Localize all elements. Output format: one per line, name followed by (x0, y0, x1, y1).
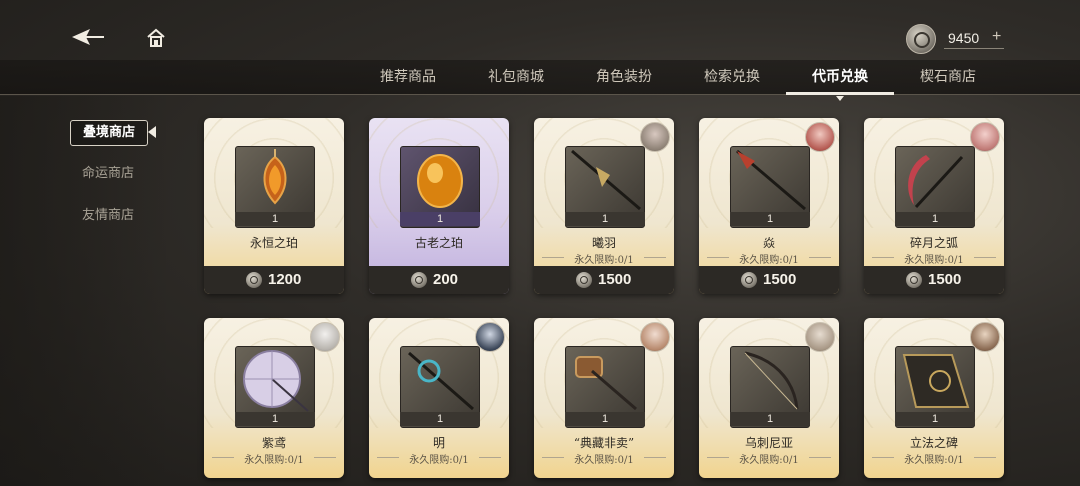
tab-recommended[interactable]: 推荐商品 (354, 60, 462, 94)
item-name: 紫鸢 (261, 436, 286, 450)
item-name: 永恒之珀 (249, 236, 298, 250)
tab-token-exchange[interactable]: 代币兑换 (786, 60, 894, 101)
item-quantity: 1 (400, 412, 480, 426)
price-bar: 1500 (534, 266, 674, 294)
shop-item-card[interactable]: 1 焱 永久限购:0/1 1500 (699, 118, 839, 294)
item-price: 1500 (763, 271, 797, 288)
tab-character-outfits[interactable]: 角色装扮 (570, 60, 678, 94)
token-coin-icon (741, 272, 757, 288)
currency-display: 9450 + (906, 24, 1026, 54)
item-price: 1500 (928, 271, 962, 288)
sidebar-active-arrow-icon (148, 126, 156, 138)
item-price: 200 (433, 271, 459, 288)
shop-item-card[interactable]: 1 永恒之珀 1200 (204, 118, 344, 294)
item-quantity: 1 (895, 412, 975, 426)
shop-item-card[interactable]: 1 乌刺尼亚 永久限购:0/1 (699, 318, 839, 478)
price-bar: 1200 (204, 266, 344, 294)
item-price: 1200 (268, 271, 302, 288)
sidebar-item-fate-shop[interactable]: 命运商店 (70, 162, 146, 186)
staff-icon (408, 351, 474, 411)
item-quantity: 1 (400, 212, 480, 226)
price-bar: 200 (369, 266, 509, 294)
amber-pendant-icon (263, 149, 287, 205)
shop-item-card[interactable]: 1 古老之珀 200 (369, 118, 509, 294)
shop-item-card[interactable]: 1 紫鸢 永久限购:0/1 (204, 318, 344, 478)
item-quantity: 1 (565, 412, 645, 426)
sidebar-item-overlap-shop[interactable]: 叠境商店 (70, 120, 148, 146)
shop-item-card[interactable]: 1 曦羽 永久限购:0/1 1500 (534, 118, 674, 294)
tab-wedge-stone-shop[interactable]: 楔石商店 (894, 60, 1002, 94)
tab-gift-packs[interactable]: 礼包商城 (462, 60, 570, 94)
purchase-limit: 永久限购:0/1 (204, 451, 344, 466)
item-name: 古老之珀 (414, 236, 463, 250)
item-name: “典藏非卖” (573, 436, 635, 450)
amber-stone-icon (417, 154, 463, 208)
purchase-limit: 永久限购:0/1 (699, 251, 839, 266)
item-quantity: 1 (235, 212, 315, 226)
purchase-limit: 永久限购:0/1 (699, 451, 839, 466)
item-quantity: 1 (235, 412, 315, 426)
item-name: 曦羽 (591, 236, 616, 250)
purchase-limit: 永久限购:0/1 (369, 451, 509, 466)
token-coin-icon (246, 272, 262, 288)
purchase-limit: 永久限购:0/1 (864, 251, 1004, 266)
token-coin-icon (906, 24, 936, 54)
item-name: 焱 (762, 236, 775, 250)
add-currency-button[interactable]: + (992, 28, 1001, 46)
shop-tab-bar: 推荐商品 礼包商城 角色装扮 检索兑换 代币兑换 楔石商店 (0, 60, 1080, 101)
shop-item-card[interactable]: 1 碎月之弧 永久限购:0/1 1500 (864, 118, 1004, 294)
currency-underline (944, 48, 1004, 49)
back-arrow-icon[interactable] (70, 26, 106, 48)
item-price: 1500 (598, 271, 632, 288)
item-name: 立法之碑 (909, 436, 958, 450)
bow-icon (744, 351, 799, 410)
token-coin-icon (906, 272, 922, 288)
shop-item-card[interactable]: 1 立法之碑 永久限购:0/1 (864, 318, 1004, 478)
hammer-icon (575, 356, 637, 411)
item-quantity: 1 (730, 212, 810, 226)
item-name: 碎月之弧 (909, 236, 958, 250)
token-coin-icon (411, 272, 427, 288)
tablet-icon (902, 354, 970, 408)
item-quantity: 1 (730, 412, 810, 426)
purchase-limit: 永久限购:0/1 (864, 451, 1004, 466)
price-bar: 1500 (699, 266, 839, 294)
tab-search-exchange[interactable]: 检索兑换 (678, 60, 786, 94)
purchase-limit: 永久限购:0/1 (534, 451, 674, 466)
item-quantity: 1 (895, 212, 975, 226)
purchase-limit: 永久限购:0/1 (534, 251, 674, 266)
spear-icon (571, 149, 641, 211)
item-quantity: 1 (565, 212, 645, 226)
spear-icon (736, 149, 806, 211)
sidebar (0, 96, 170, 486)
shop-item-card[interactable]: 1 “典藏非卖” 永久限购:0/1 (534, 318, 674, 478)
item-name: 明 (432, 436, 445, 450)
home-icon[interactable] (146, 28, 166, 48)
price-bar: 1500 (864, 266, 1004, 294)
token-coin-icon (576, 272, 592, 288)
currency-value: 9450 (948, 30, 980, 46)
umbrella-icon (243, 350, 309, 412)
scythe-icon (908, 155, 964, 209)
item-name: 乌刺尼亚 (744, 436, 793, 450)
sidebar-item-friendship-shop[interactable]: 友情商店 (70, 204, 146, 228)
shop-item-card[interactable]: 1 明 永久限购:0/1 (369, 318, 509, 478)
top-bar: 9450 + (0, 0, 1080, 60)
